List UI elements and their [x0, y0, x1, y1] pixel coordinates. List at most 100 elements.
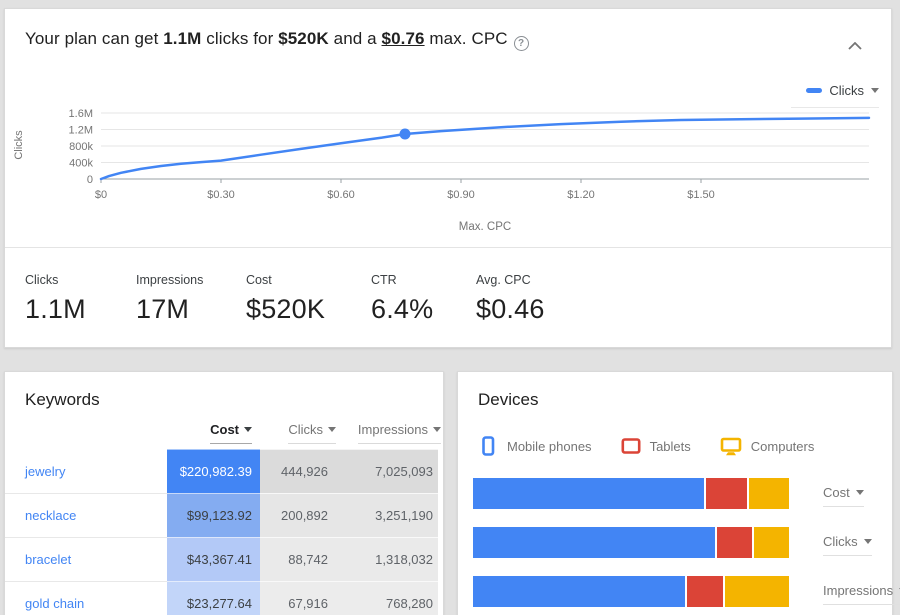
chevron-up-icon: [848, 42, 862, 50]
sort-header-impressions[interactable]: Impressions: [342, 422, 441, 444]
keywords-table-body: jewelry$220,982.39444,9267,025,093neckla…: [5, 449, 445, 615]
cost-header-label: Cost: [210, 422, 239, 437]
cpc-clicks-line-chart: 0400k800k1.2M1.6M$0$0.30$0.60$0.90$1.20$…: [5, 104, 893, 204]
bar-segment-mobile: [473, 478, 704, 509]
metric-dropdown-label: Clicks: [823, 534, 858, 549]
svg-text:1.2M: 1.2M: [69, 125, 93, 137]
stat-label: Clicks: [25, 273, 86, 287]
sort-header-clicks[interactable]: Clicks: [260, 422, 336, 444]
collapse-panel-button[interactable]: [845, 37, 865, 53]
stat-avg-cpc: Avg. CPC $0.46: [476, 273, 545, 325]
bar-segment-mobile: [473, 576, 685, 607]
svg-text:$0.90: $0.90: [447, 189, 475, 201]
headline-mid2: and a: [329, 29, 382, 48]
chevron-down-icon: [864, 539, 872, 544]
devices-metric-dropdown-cost[interactable]: Cost: [823, 485, 864, 507]
keyword-link[interactable]: jewelry: [25, 464, 65, 479]
stat-clicks: Clicks 1.1M: [25, 273, 86, 325]
x-axis-title: Max. CPC: [101, 221, 869, 233]
sort-caret-icon: [433, 427, 441, 432]
cost-cell: $220,982.39: [167, 449, 260, 493]
metric-dropdown-label: Impressions: [823, 583, 893, 598]
devices-metric-dropdown-clicks[interactable]: Clicks: [823, 534, 872, 556]
headline-clicks-value: 1.1M: [163, 29, 201, 48]
keyword-table-row: necklace $99,123.92200,8923,251,190: [5, 493, 445, 537]
clicks-cell: 67,916: [260, 581, 342, 615]
svg-text:$1.50: $1.50: [687, 189, 715, 201]
headline-cost-value: $520K: [278, 29, 329, 48]
devices-metric-dropdown-impressions[interactable]: Impressions: [823, 583, 900, 605]
keyword-table-row: gold chain $23,277.6467,916768,280: [5, 581, 445, 615]
clicks-series-swatch: [806, 88, 822, 93]
stat-label: Impressions: [136, 273, 203, 287]
section-divider: [5, 247, 891, 248]
legend-item-computers: Computers: [720, 436, 815, 456]
keyword-link[interactable]: necklace: [25, 508, 76, 523]
keywords-title: Keywords: [25, 390, 100, 410]
clicks-cell: 200,892: [260, 493, 342, 537]
sort-caret-icon: [328, 427, 336, 432]
bar-segment-mobile: [473, 527, 715, 558]
stacked-bar: [473, 576, 789, 607]
clicks-cell: 444,926: [260, 449, 342, 493]
bar-segment-computers: [747, 478, 789, 509]
stat-ctr: CTR 6.4%: [371, 273, 433, 325]
help-icon[interactable]: ?: [514, 36, 529, 51]
keyword-table-row: jewelry $220,982.39444,9267,025,093: [5, 449, 445, 493]
headline-cpc-value[interactable]: $0.76: [382, 29, 425, 48]
keyword-cell: necklace: [5, 493, 167, 537]
legend-label-tablets: Tablets: [650, 439, 691, 454]
forecast-card: Your plan can get 1.1M clicks for $520K …: [4, 8, 892, 348]
chart-metric-label: Clicks: [829, 83, 864, 98]
cost-cell: $43,367.41: [167, 537, 260, 581]
impressions-header-label: Impressions: [358, 422, 428, 437]
keywords-card: Keywords Cost Clicks Impressions jewelry…: [4, 371, 444, 615]
legend-label-computers: Computers: [751, 439, 815, 454]
stat-value: $0.46: [476, 294, 545, 325]
mobile-phone-icon: [478, 436, 498, 456]
headline-mid1: clicks for: [201, 29, 278, 48]
tablet-icon: [621, 436, 641, 456]
headline-suffix: max. CPC: [425, 29, 508, 48]
legend-label-mobile: Mobile phones: [507, 439, 592, 454]
bar-segment-tablets: [704, 478, 747, 509]
keyword-link[interactable]: gold chain: [25, 596, 84, 611]
keyword-link[interactable]: bracelet: [25, 552, 71, 567]
svg-text:$0: $0: [95, 189, 107, 201]
sort-caret-icon: [244, 427, 252, 432]
bar-segment-tablets: [685, 576, 723, 607]
stat-value: 6.4%: [371, 294, 433, 325]
devices-card: Devices Mobile phones Tablets Computers …: [457, 371, 893, 615]
svg-text:0: 0: [87, 174, 93, 186]
svg-text:800k: 800k: [69, 141, 93, 153]
stat-label: Avg. CPC: [476, 273, 545, 287]
impressions-cell: 1,318,032: [342, 537, 438, 581]
computer-icon: [720, 436, 742, 456]
headline-prefix: Your plan can get: [25, 29, 163, 48]
devices-legend: Mobile phones Tablets Computers: [478, 436, 833, 456]
legend-item-tablets: Tablets: [621, 436, 691, 456]
chevron-down-icon: [856, 490, 864, 495]
device-bar-row-cost: Cost: [473, 478, 789, 509]
keywords-table-header: Cost Clicks Impressions: [5, 422, 445, 444]
impressions-cell: 7,025,093: [342, 449, 438, 493]
bar-segment-tablets: [715, 527, 752, 558]
stat-value: 1.1M: [25, 294, 86, 325]
sort-header-cost[interactable]: Cost: [167, 422, 252, 444]
cost-cell: $23,277.64: [167, 581, 260, 615]
impressions-cell: 3,251,190: [342, 493, 438, 537]
impressions-cell: 768,280: [342, 581, 438, 615]
bar-segment-computers: [723, 576, 789, 607]
clicks-header-label: Clicks: [288, 422, 323, 437]
metric-dropdown-label: Cost: [823, 485, 850, 500]
svg-text:1.6M: 1.6M: [69, 108, 93, 120]
keyword-cell: bracelet: [5, 537, 167, 581]
devices-title: Devices: [478, 390, 538, 410]
stat-value: $520K: [246, 294, 325, 325]
bar-segment-computers: [752, 527, 789, 558]
clicks-cell: 88,742: [260, 537, 342, 581]
stat-label: Cost: [246, 273, 325, 287]
stat-label: CTR: [371, 273, 433, 287]
svg-text:$1.20: $1.20: [567, 189, 595, 201]
cost-cell: $99,123.92: [167, 493, 260, 537]
